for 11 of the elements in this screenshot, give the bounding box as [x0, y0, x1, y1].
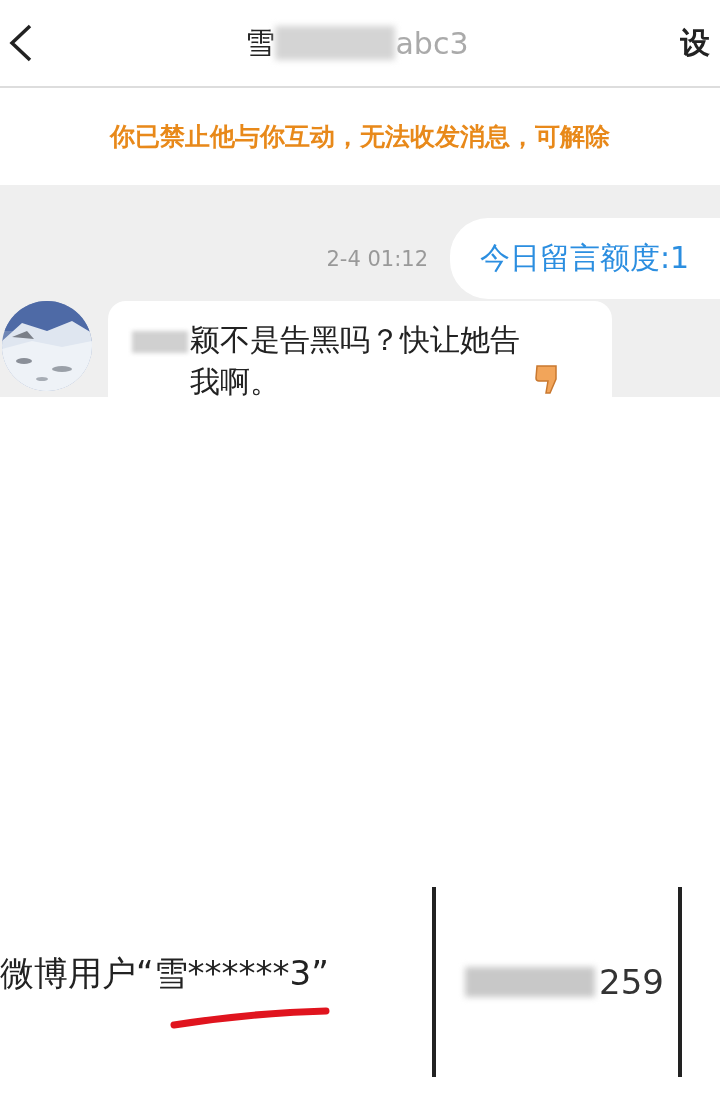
window-title: abc3	[395, 25, 469, 61]
message-time: 2-4 01:12	[326, 246, 428, 271]
block-notice: 你已禁止他与你互动，无法收发消息，可解除	[110, 121, 610, 153]
redaction-blur	[132, 331, 188, 353]
settings-link[interactable]: 设	[680, 22, 720, 64]
back-icon[interactable]	[8, 23, 34, 63]
user-label: 微博用户“雪******3”	[0, 952, 330, 995]
message-bubble: 今日留言额度:1	[450, 218, 720, 299]
id-number: 259	[599, 962, 664, 1002]
message-text: 颖不是告黑吗？快让她告我啊。	[190, 321, 521, 397]
window-title: 雪	[245, 23, 276, 62]
